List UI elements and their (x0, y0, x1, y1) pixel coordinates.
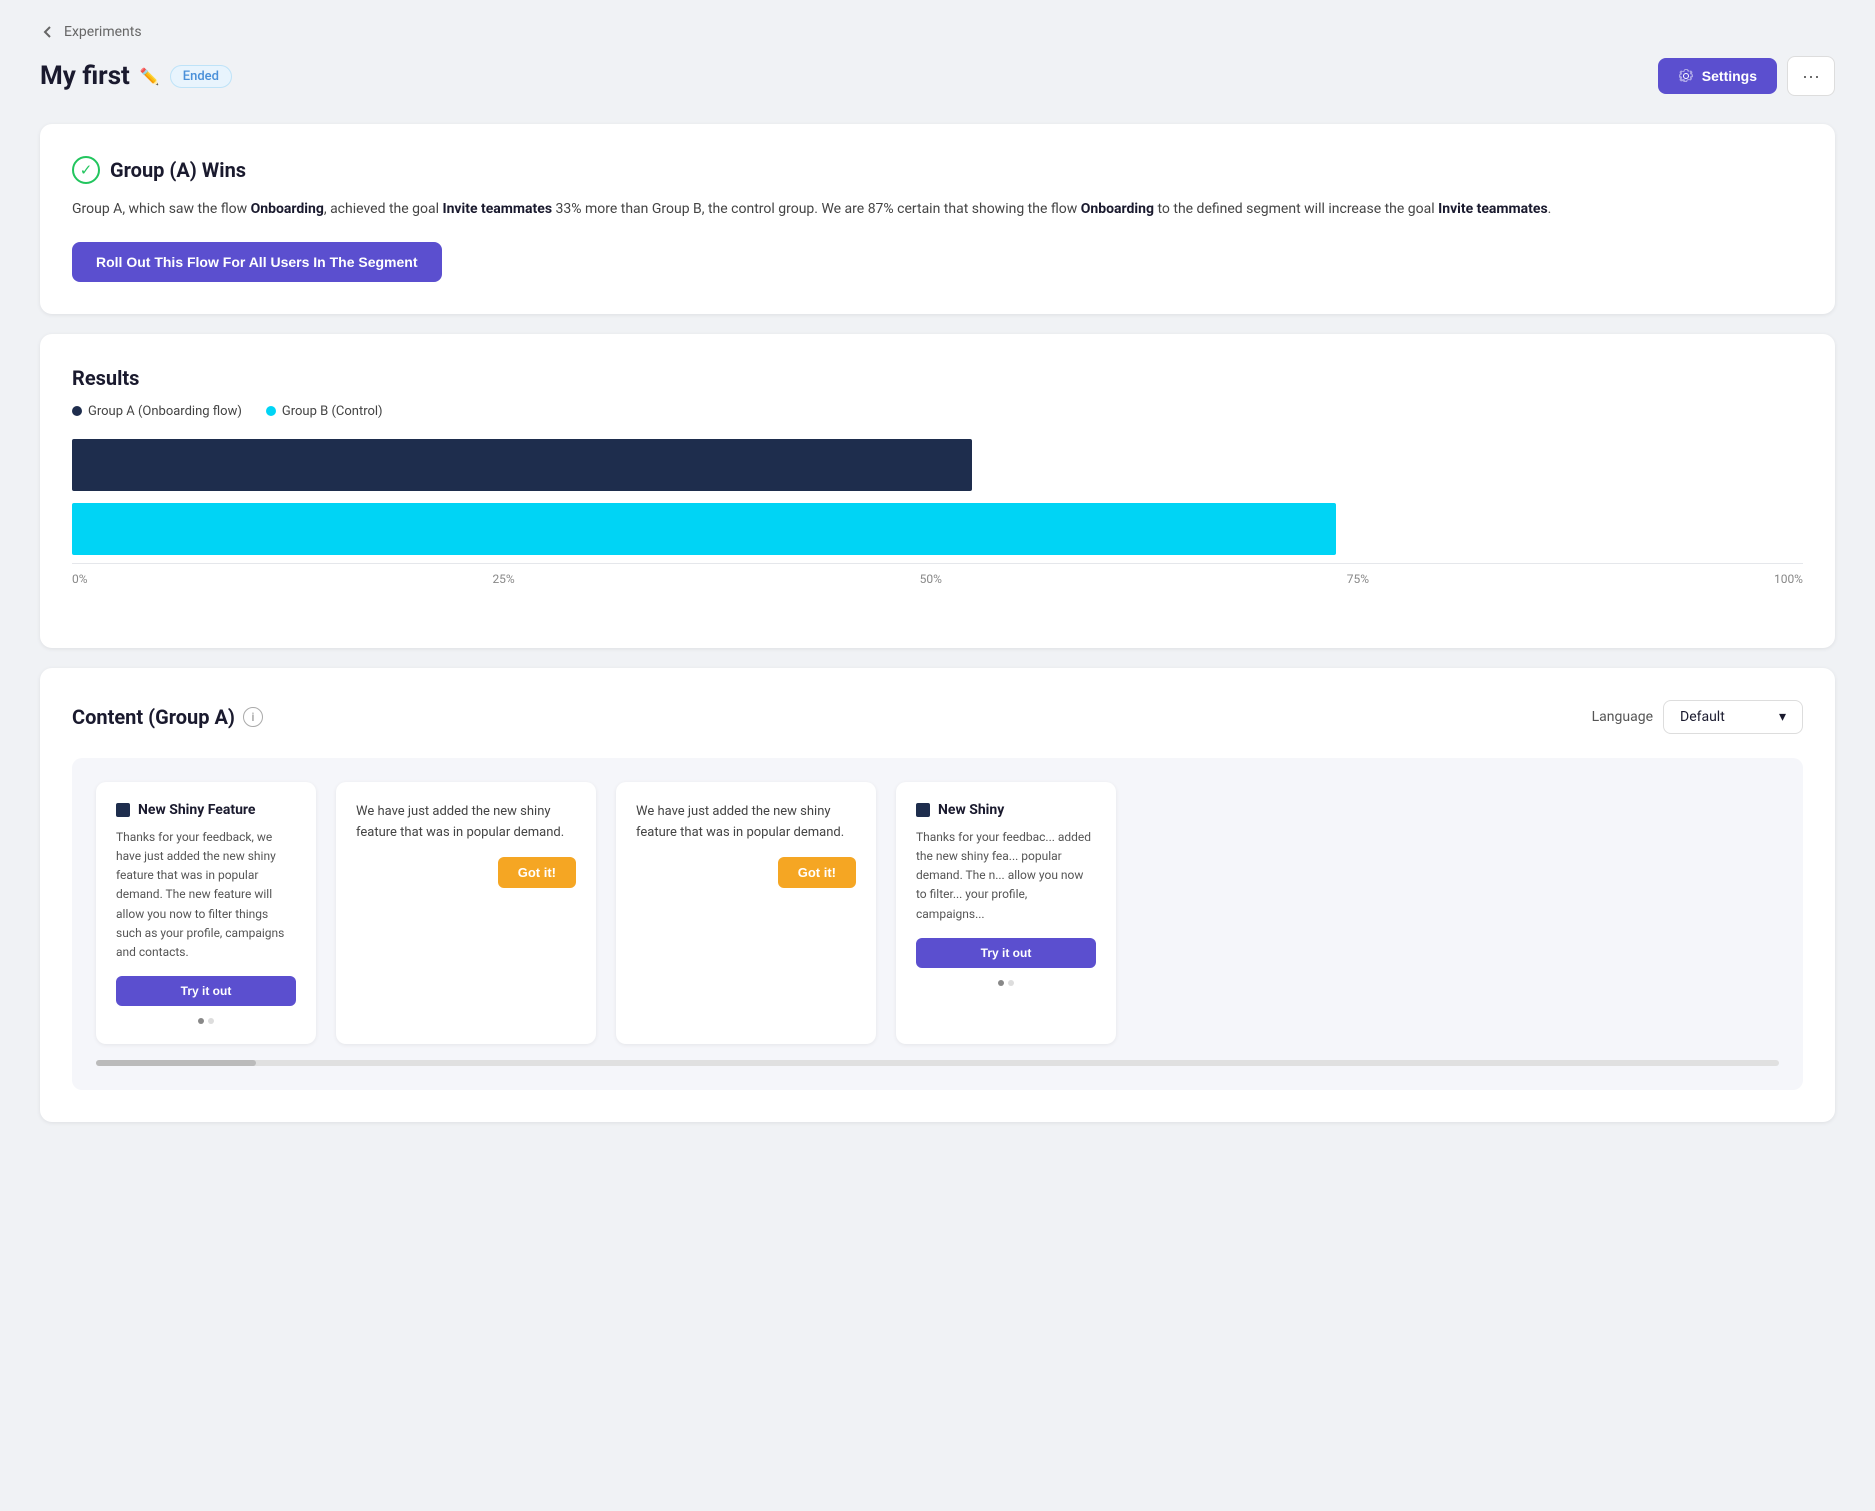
got-it-button-1[interactable]: Got it! (498, 857, 576, 888)
content-card: Content (Group A) i Language Default ▾ N… (40, 668, 1835, 1122)
chart-area: 0% 25% 50% 75% 100% (72, 439, 1803, 616)
bar-group-b (72, 503, 1336, 555)
chevron-down-icon: ▾ (1779, 709, 1786, 725)
flow-card-1-text: Thanks for your feedback, we have just a… (116, 828, 296, 962)
more-options-button[interactable]: ··· (1787, 56, 1835, 96)
try-it-out-button-2[interactable]: Try it out (916, 938, 1096, 968)
settings-label: Settings (1702, 68, 1757, 84)
flow-card-1-header: New Shiny Feature (116, 802, 296, 818)
flow-card-4-title: New Shiny (938, 802, 1004, 818)
winner-description: Group A, which saw the flow Onboarding, … (72, 198, 1803, 222)
content-title-row: Content (Group A) i (72, 705, 263, 729)
card-dots-1 (116, 1018, 296, 1024)
legend-group-b: Group B (Control) (266, 404, 383, 419)
page-title: My first (40, 61, 130, 91)
bar-group-a (72, 439, 972, 491)
content-header: Content (Group A) i Language Default ▾ (72, 700, 1803, 734)
legend-label-a: Group A (Onboarding flow) (88, 404, 242, 419)
back-label: Experiments (64, 24, 142, 40)
axis-label-75: 75% (1347, 572, 1369, 586)
flow-card-4-text: Thanks for your feedbac... added the new… (916, 828, 1096, 924)
dot-4-1 (998, 980, 1004, 986)
dot-4-2 (1008, 980, 1014, 986)
header-right: Settings ··· (1658, 56, 1835, 96)
axis-label-0: 0% (72, 572, 88, 586)
flow-card-1-title: New Shiny Feature (138, 802, 255, 818)
legend-label-b: Group B (Control) (282, 404, 383, 419)
scroll-bar[interactable] (96, 1060, 1779, 1066)
results-title: Results (72, 366, 1803, 390)
header-left: My first ✏️ Ended (40, 61, 232, 91)
rollout-button[interactable]: Roll Out This Flow For All Users In The … (72, 242, 442, 282)
winner-title: Group (A) Wins (110, 158, 246, 182)
settings-gear-icon (1678, 68, 1694, 84)
bar-row-b (72, 503, 1803, 555)
language-value: Default (1680, 709, 1725, 725)
back-arrow-icon (40, 24, 56, 40)
got-it-button-2[interactable]: Got it! (778, 857, 856, 888)
flow-card-3-text: We have just added the new shiny feature… (636, 802, 856, 844)
settings-button[interactable]: Settings (1658, 58, 1777, 94)
flow-card-1: New Shiny Feature Thanks for your feedba… (96, 782, 316, 1044)
flows-row: New Shiny Feature Thanks for your feedba… (96, 782, 1779, 1044)
language-label: Language (1592, 709, 1653, 725)
winner-header: ✓ Group (A) Wins (72, 156, 1803, 184)
flow-card-4-header: New Shiny (916, 802, 1096, 818)
try-it-out-button-1[interactable]: Try it out (116, 976, 296, 1006)
winner-card: ✓ Group (A) Wins Group A, which saw the … (40, 124, 1835, 314)
flow-card-2-text: We have just added the new shiny feature… (356, 802, 576, 844)
scroll-thumb (96, 1060, 256, 1066)
language-dropdown[interactable]: Default ▾ (1663, 700, 1803, 734)
flow-card-3: We have just added the new shiny feature… (616, 782, 876, 1044)
flow-card-2: We have just added the new shiny feature… (336, 782, 596, 1044)
flow-card-1-icon (116, 803, 130, 817)
more-label: ··· (1802, 66, 1820, 86)
flows-scroll-area[interactable]: New Shiny Feature Thanks for your feedba… (72, 758, 1803, 1090)
winner-check-icon: ✓ (72, 156, 100, 184)
flow-card-4-icon (916, 803, 930, 817)
legend-dot-a (72, 406, 82, 416)
axis-label-100: 100% (1774, 572, 1803, 586)
flow-card-4: New Shiny Thanks for your feedbac... add… (896, 782, 1116, 1044)
content-title: Content (Group A) (72, 705, 235, 729)
axis-label-50: 50% (920, 572, 942, 586)
legend-dot-b (266, 406, 276, 416)
results-card: Results Group A (Onboarding flow) Group … (40, 334, 1835, 648)
axis-label-25: 25% (492, 572, 514, 586)
chart-axis: 0% 25% 50% 75% 100% (72, 563, 1803, 586)
edit-icon[interactable]: ✏️ (140, 67, 160, 86)
back-navigation[interactable]: Experiments (40, 24, 1835, 40)
info-icon[interactable]: i (243, 707, 263, 727)
status-badge: Ended (170, 65, 232, 88)
dot-1-1 (198, 1018, 204, 1024)
card-dots-4 (916, 980, 1096, 986)
page-header: My first ✏️ Ended Settings ··· (40, 56, 1835, 96)
language-selector: Language Default ▾ (1592, 700, 1803, 734)
dot-1-2 (208, 1018, 214, 1024)
chart-bars (72, 439, 1803, 555)
legend-group-a: Group A (Onboarding flow) (72, 404, 242, 419)
bar-row-a (72, 439, 1803, 491)
chart-legend: Group A (Onboarding flow) Group B (Contr… (72, 404, 1803, 419)
